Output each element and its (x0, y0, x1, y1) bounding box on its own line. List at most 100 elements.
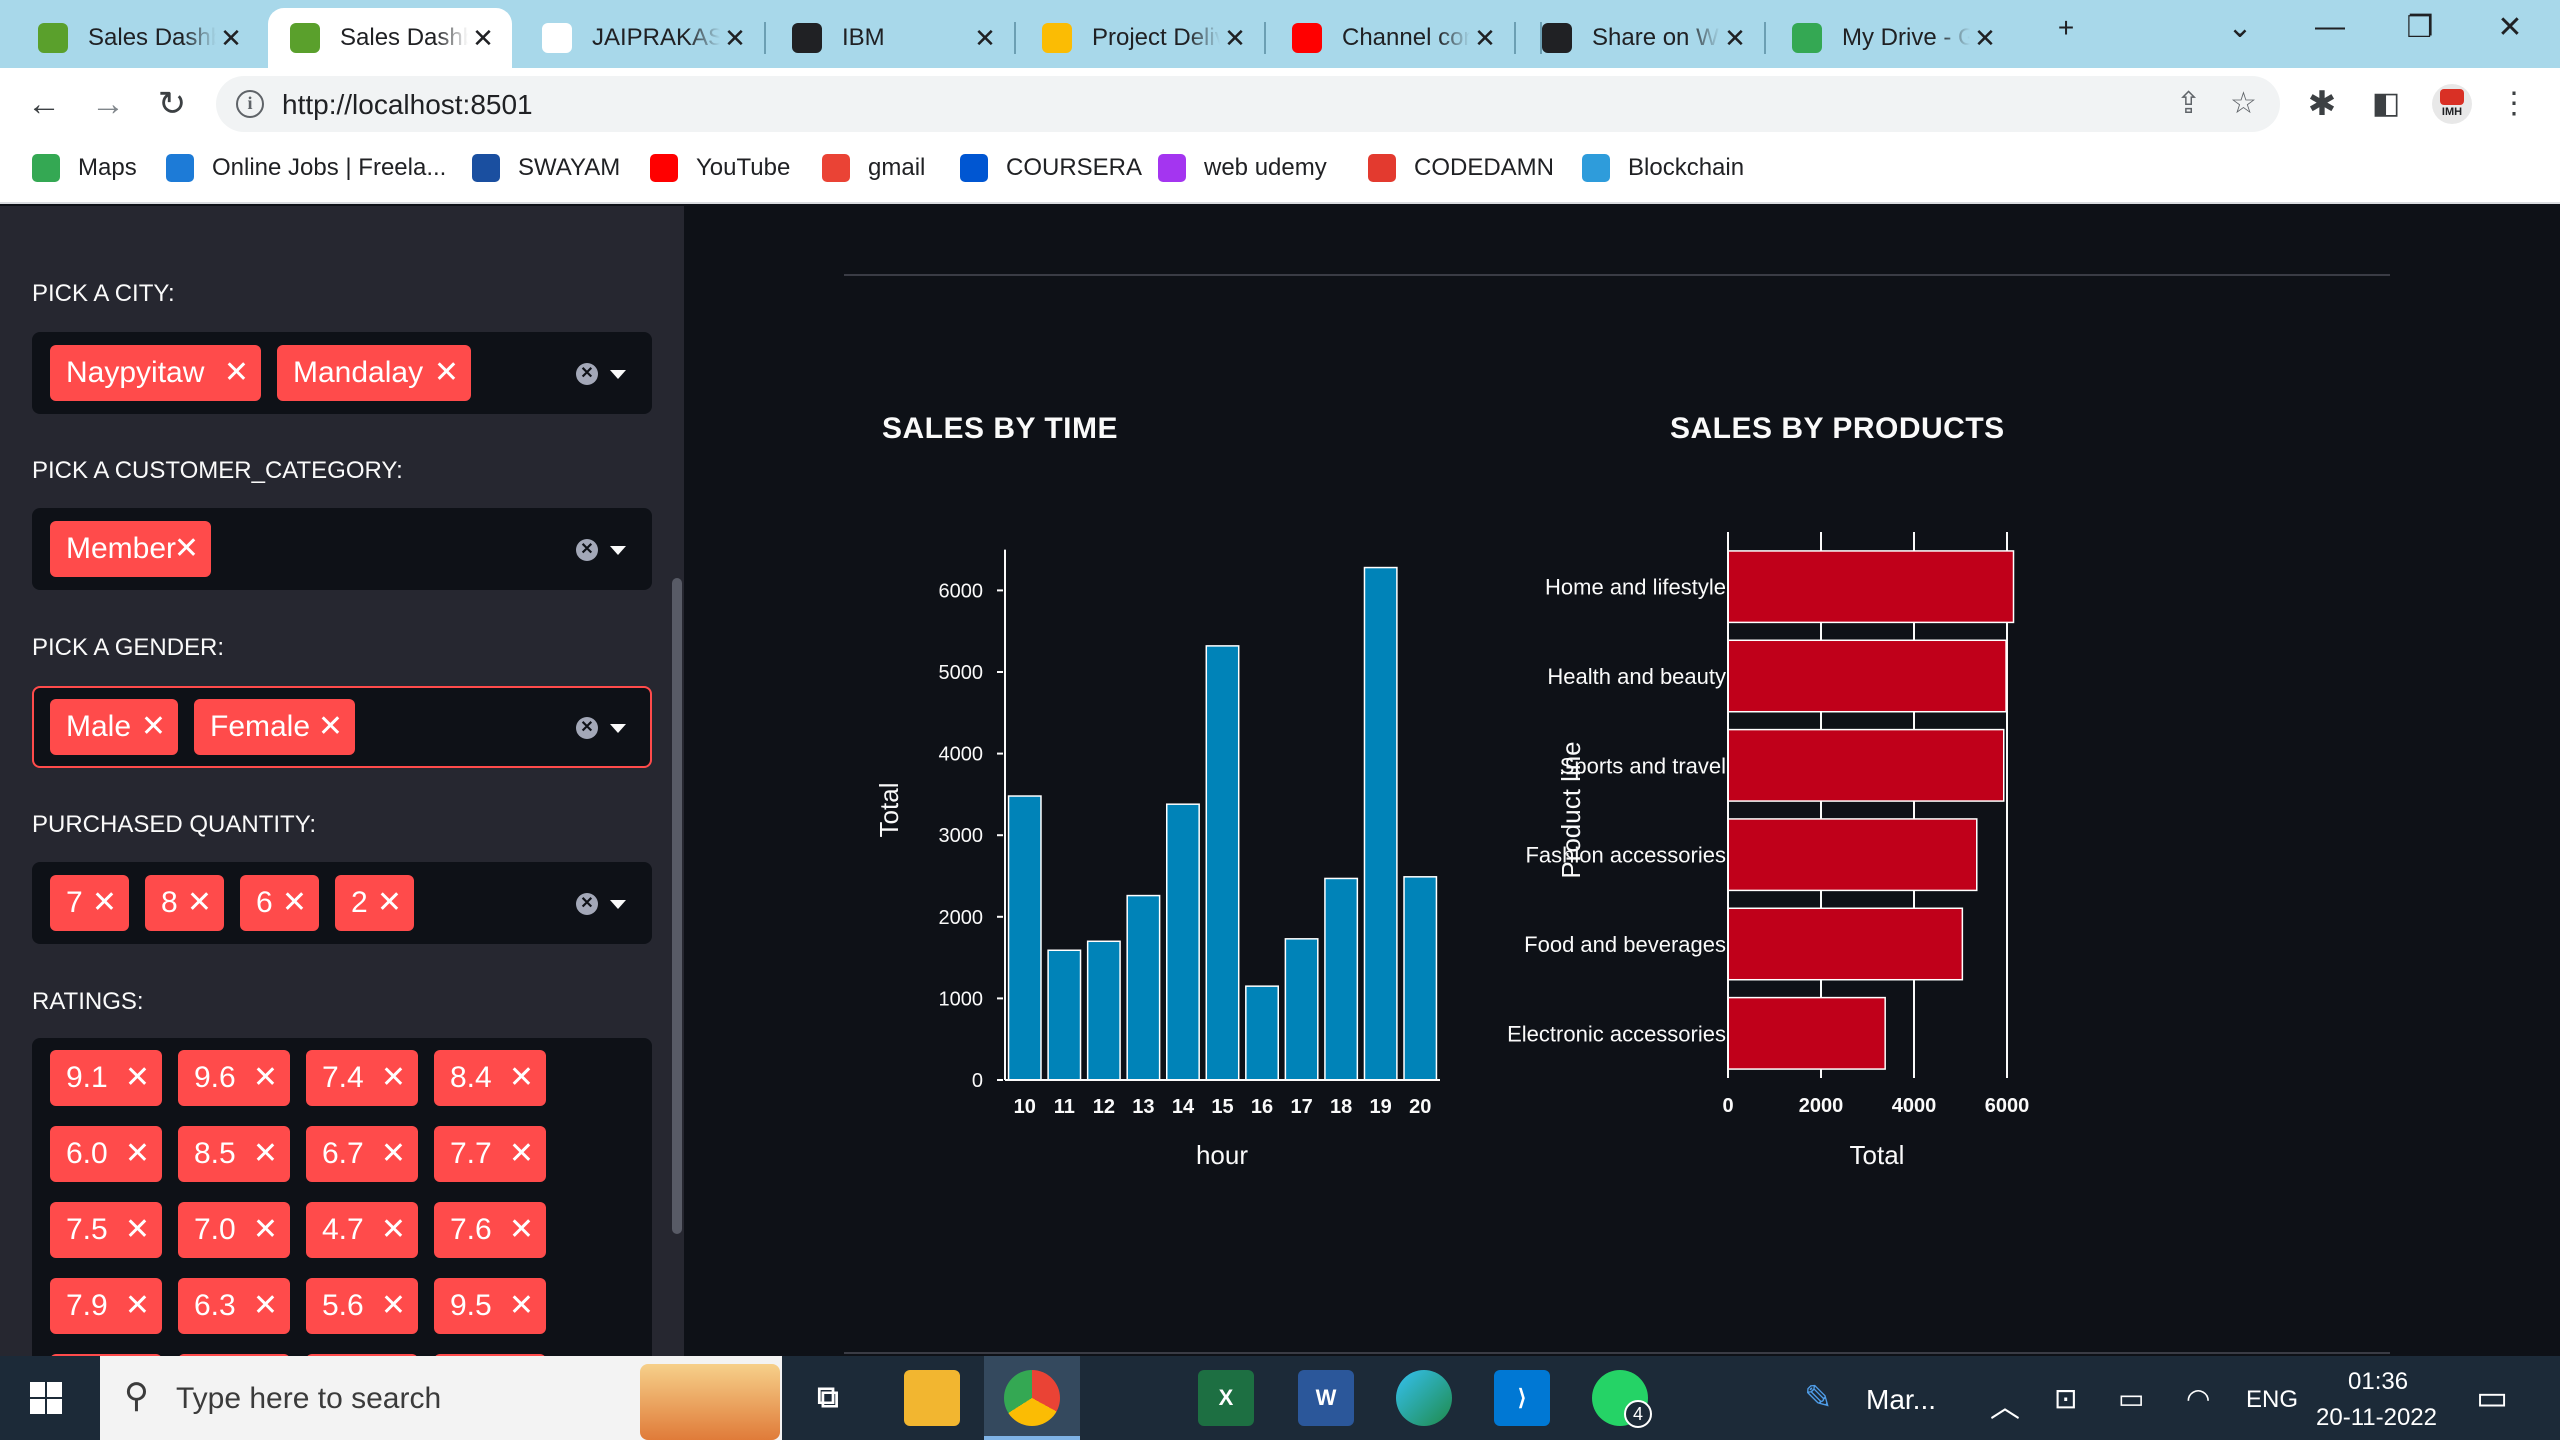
site-info-icon[interactable]: i (236, 90, 264, 118)
filter-chip[interactable]: 8.5 ✕ (178, 1126, 290, 1182)
browser-tab[interactable]: Project Delivery✕ (1020, 8, 1264, 68)
chip-remove-icon[interactable]: ✕ (381, 1278, 406, 1334)
clear-all-icon[interactable]: ✕ (576, 717, 598, 739)
vscode-icon[interactable]: ⟩ (1494, 1370, 1550, 1426)
filter-chip[interactable]: 9.5 ✕ (434, 1278, 546, 1334)
word-icon[interactable]: W (1298, 1370, 1354, 1426)
restore-button[interactable]: ❐ (2396, 10, 2444, 45)
chip-remove-icon[interactable]: ✕ (509, 1202, 534, 1258)
browser-tab[interactable]: My Drive - Google Drive✕ (1770, 8, 2014, 68)
wifi-icon[interactable]: ◠ (2186, 1382, 2210, 1415)
clear-all-icon[interactable]: ✕ (576, 539, 598, 561)
side-panel-icon[interactable]: ◧ (2364, 82, 2408, 126)
filter-chip[interactable]: 8 ✕ (145, 875, 224, 931)
tab-close-icon[interactable]: ✕ (720, 23, 750, 54)
chip-remove-icon[interactable]: ✕ (187, 875, 212, 931)
clock-date[interactable]: 20-11-2022 (2316, 1404, 2437, 1432)
forward-arrow-icon[interactable]: → (86, 82, 130, 126)
browser-tab[interactable]: Channel content✕ (1270, 8, 1514, 68)
chip-remove-icon[interactable]: ✕ (174, 521, 199, 577)
filter-chip[interactable]: 6 ✕ (240, 875, 319, 931)
chip-remove-icon[interactable]: ✕ (253, 1050, 278, 1106)
windows-start-icon[interactable] (30, 1382, 62, 1414)
taskbar-search-box[interactable]: ⚲ Type here to search (100, 1356, 782, 1440)
back-arrow-icon[interactable]: ← (22, 82, 66, 126)
filter-chip[interactable]: Female ✕ (194, 699, 355, 755)
profile-avatar[interactable]: IMH (2432, 84, 2472, 124)
city-multiselect[interactable]: Naypyitaw ✕ Mandalay ✕ ✕ (32, 332, 652, 414)
filter-chip[interactable]: 6.3 ✕ (178, 1278, 290, 1334)
bookmark-item[interactable]: YouTube (650, 154, 790, 182)
reload-icon[interactable]: ↻ (150, 82, 194, 126)
tab-close-icon[interactable]: ✕ (1720, 23, 1750, 54)
bookmark-item[interactable]: gmail (822, 154, 925, 182)
tab-close-icon[interactable]: ✕ (1220, 23, 1250, 54)
notepad-icon[interactable]: ✎ (1804, 1378, 1833, 1418)
tab-close-icon[interactable]: ✕ (970, 23, 1000, 54)
filter-chip[interactable]: 7 ✕ (50, 875, 129, 931)
filter-chip[interactable]: 6.7 ✕ (306, 1126, 418, 1182)
filter-chip[interactable]: 8.4 ✕ (434, 1050, 546, 1106)
chip-remove-icon[interactable]: ✕ (253, 1278, 278, 1334)
battery-icon[interactable]: ▭ (2118, 1382, 2144, 1415)
extensions-puzzle-icon[interactable]: ✱ (2300, 82, 2344, 126)
customer-multiselect[interactable]: Member ✕ ✕ (32, 508, 652, 590)
filter-chip[interactable]: 7.7 ✕ (434, 1126, 546, 1182)
menu-kebab-icon[interactable]: ⋮ (2492, 82, 2536, 126)
chevron-down-icon[interactable] (610, 724, 626, 733)
task-view-icon[interactable]: ⧉ (800, 1370, 856, 1426)
filter-chip[interactable]: 5.6 ✕ (306, 1278, 418, 1334)
sidebar-scrollbar[interactable] (672, 578, 682, 1234)
browser-tab[interactable]: JAIPRAKASH✕ (520, 8, 764, 68)
chip-remove-icon[interactable]: ✕ (381, 1202, 406, 1258)
excel-icon[interactable]: X (1198, 1370, 1254, 1426)
chip-remove-icon[interactable]: ✕ (253, 1126, 278, 1182)
filter-chip[interactable]: 7.6 ✕ (434, 1202, 546, 1258)
edge-icon[interactable] (1396, 1370, 1452, 1426)
chip-remove-icon[interactable]: ✕ (125, 1202, 150, 1258)
new-tab-button[interactable]: + (2042, 12, 2090, 44)
filter-chip[interactable]: 4.7 ✕ (306, 1202, 418, 1258)
tab-search-icon[interactable]: ⌄ (2216, 10, 2264, 45)
filter-chip[interactable]: 6.0 ✕ (50, 1126, 162, 1182)
chip-remove-icon[interactable]: ✕ (509, 1126, 534, 1182)
language-indicator[interactable]: ENG (2246, 1386, 2298, 1414)
chip-remove-icon[interactable]: ✕ (381, 1126, 406, 1182)
browser-tab[interactable]: Sales Dashboard✕ (16, 8, 260, 68)
filter-chip[interactable]: 9.6 ✕ (178, 1050, 290, 1106)
chip-remove-icon[interactable]: ✕ (92, 875, 117, 931)
notifications-icon[interactable]: ▭ (2476, 1378, 2508, 1418)
taskbar-window-label[interactable]: Mar... (1866, 1384, 1936, 1416)
address-bar[interactable]: i http://localhost:8501 ⇪ ☆ (216, 76, 2280, 132)
bookmark-item[interactable]: SWAYAM (472, 154, 620, 182)
chip-remove-icon[interactable]: ✕ (125, 1278, 150, 1334)
tab-close-icon[interactable]: ✕ (468, 23, 498, 54)
chip-remove-icon[interactable]: ✕ (318, 699, 343, 755)
chip-remove-icon[interactable]: ✕ (509, 1050, 534, 1106)
url-text[interactable]: http://localhost:8501 (282, 89, 533, 121)
tab-close-icon[interactable]: ✕ (1970, 23, 2000, 54)
quantity-multiselect[interactable]: 7 ✕ 8 ✕ 6 ✕ 2 ✕ ✕ (32, 862, 652, 944)
chip-remove-icon[interactable]: ✕ (381, 1050, 406, 1106)
filter-chip[interactable]: Mandalay ✕ (277, 345, 471, 401)
chip-remove-icon[interactable]: ✕ (509, 1278, 534, 1334)
meet-icon[interactable]: ⊡ (2054, 1382, 2077, 1415)
chrome-taskbar-icon[interactable] (1004, 1370, 1060, 1426)
clear-all-icon[interactable]: ✕ (576, 363, 598, 385)
bookmark-item[interactable]: web udemy (1158, 154, 1327, 182)
browser-tab[interactable]: Sales Dashboard✕ (268, 8, 512, 68)
filter-chip[interactable]: Male ✕ (50, 699, 178, 755)
browser-tab[interactable]: IBM ✕ (770, 8, 1014, 68)
chip-remove-icon[interactable]: ✕ (282, 875, 307, 931)
chevron-down-icon[interactable] (610, 370, 626, 379)
chip-remove-icon[interactable]: ✕ (141, 699, 166, 755)
chevron-down-icon[interactable] (610, 900, 626, 909)
chip-remove-icon[interactable]: ✕ (125, 1126, 150, 1182)
tray-chevron-icon[interactable]: ︿ (1990, 1382, 2020, 1426)
chip-remove-icon[interactable]: ✕ (125, 1050, 150, 1106)
browser-tab[interactable]: Share on WhatsApp✕ (1520, 8, 1764, 68)
clock-time[interactable]: 01:36 (2348, 1368, 2408, 1396)
tab-close-icon[interactable]: ✕ (216, 23, 246, 54)
share-icon[interactable]: ⇪ (2176, 86, 2201, 121)
file-explorer-icon[interactable] (904, 1370, 960, 1426)
